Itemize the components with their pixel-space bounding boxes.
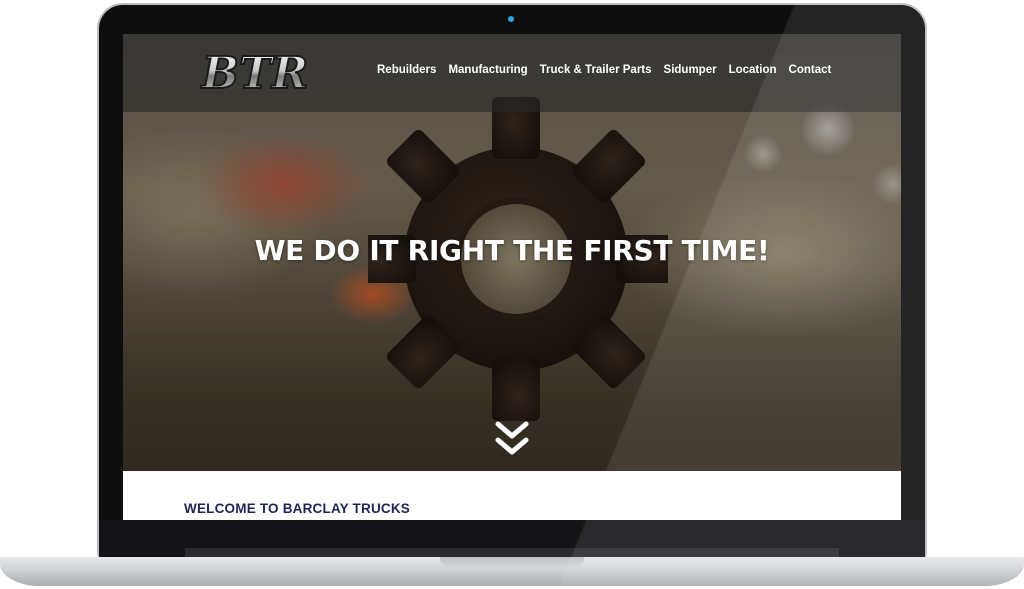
nav-sidumper[interactable]: Sidumper	[664, 64, 717, 76]
site-header: BTR Rebuilders Manufacturing Truck & Tra…	[123, 34, 901, 112]
laptop-notch	[440, 557, 584, 568]
nav-manufacturing[interactable]: Manufacturing	[448, 64, 527, 76]
site-logo[interactable]: BTR	[185, 47, 325, 100]
double-chevron-down-icon	[495, 421, 529, 455]
nav-rebuilders[interactable]: Rebuilders	[377, 64, 436, 76]
laptop-mockup: BTR Rebuilders Manufacturing Truck & Tra…	[0, 0, 1024, 589]
laptop-hinge	[185, 548, 839, 557]
welcome-section: WELCOME TO BARCLAY TRUCKS	[123, 471, 901, 520]
nav-truck-trailer-parts[interactable]: Truck & Trailer Parts	[540, 64, 652, 76]
hero-headline: WE DO IT RIGHT THE FIRST TIME!	[254, 234, 770, 267]
nav-location[interactable]: Location	[729, 64, 777, 76]
website-screen: BTR Rebuilders Manufacturing Truck & Tra…	[123, 34, 901, 520]
btr-logo-icon: BTR	[199, 47, 310, 100]
main-nav: Rebuilders Manufacturing Truck & Trailer…	[377, 64, 831, 76]
camera-icon	[508, 16, 514, 22]
scroll-down-button[interactable]	[495, 420, 529, 460]
welcome-title: WELCOME TO BARCLAY TRUCKS	[184, 501, 411, 516]
svg-text:BTR: BTR	[200, 48, 309, 98]
nav-contact[interactable]: Contact	[789, 64, 832, 76]
